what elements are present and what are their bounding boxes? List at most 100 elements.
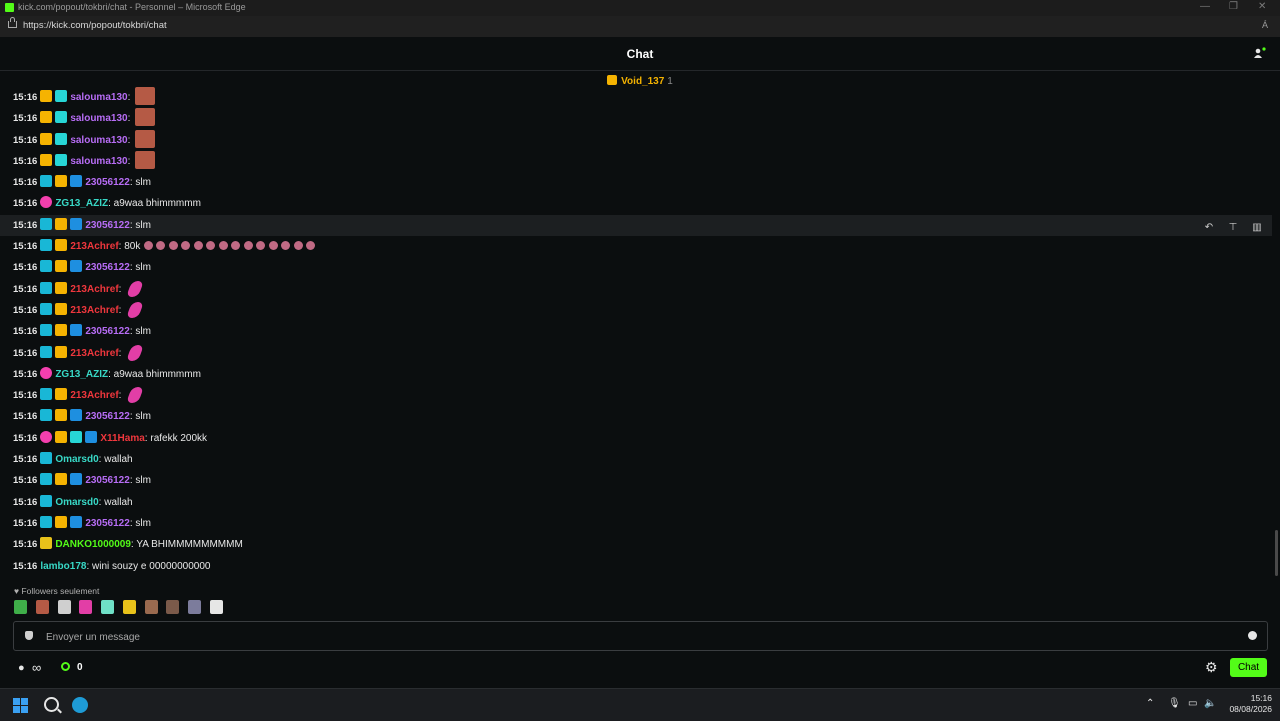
- small-emote-icon[interactable]: [218, 241, 228, 251]
- message-username[interactable]: 213Achref: [70, 305, 118, 316]
- gold-badge-icon[interactable]: [40, 537, 53, 550]
- chat-message[interactable]: 15:16 ZG13_AZIZ: a9waa bhimmmmm: [0, 193, 1272, 214]
- small-emote-icon[interactable]: [231, 241, 241, 251]
- message-username[interactable]: Omarsd0: [55, 454, 98, 465]
- small-emote-icon[interactable]: [143, 241, 153, 251]
- windows-start-icon[interactable]: [13, 698, 29, 714]
- chat-message-list[interactable]: 15:16 salouma130: 15:16 salouma130: 15:16 s…: [0, 87, 1272, 577]
- emote-monkey-icon[interactable]: [144, 600, 158, 614]
- crown-badge-icon[interactable]: [55, 175, 68, 188]
- message-username[interactable]: DANKO1000009: [55, 539, 131, 550]
- read-aloud-icon[interactable]: Á: [1262, 20, 1268, 30]
- chat-settings-gear-icon[interactable]: ⚙: [1205, 659, 1218, 676]
- display-icon[interactable]: ▭: [1188, 698, 1197, 709]
- chat-message[interactable]: 15:16 23056122: slm: [0, 470, 1272, 491]
- small-emote-icon[interactable]: [193, 241, 203, 251]
- subscriber-badge-icon[interactable]: [40, 494, 53, 507]
- face-emote-icon[interactable]: [135, 150, 156, 169]
- message-username[interactable]: lambo178: [40, 561, 86, 572]
- subscriber-badge-icon[interactable]: [40, 302, 53, 315]
- chat-scrollbar[interactable]: [1275, 530, 1278, 576]
- message-username[interactable]: 213Achref: [70, 284, 118, 295]
- emote-ghost-icon[interactable]: [101, 600, 115, 614]
- og-badge-icon[interactable]: [70, 515, 83, 528]
- message-username[interactable]: Omarsd0: [55, 497, 98, 508]
- crown-badge-icon[interactable]: [55, 281, 68, 294]
- small-emote-icon[interactable]: [306, 241, 316, 251]
- tray-chevron-icon[interactable]: ⌃: [1146, 698, 1154, 709]
- gifter-name[interactable]: Void_137: [621, 76, 664, 87]
- send-chat-button[interactable]: Chat: [1230, 658, 1267, 677]
- chat-message[interactable]: 15:16 23056122: slm: [0, 172, 1272, 193]
- message-username[interactable]: 23056122: [85, 262, 130, 273]
- chat-message[interactable]: 15:16 23056122: slm: [0, 406, 1272, 427]
- users-settings-icon[interactable]: [1254, 47, 1266, 59]
- subscriber-badge-icon[interactable]: [40, 281, 53, 294]
- emote-letter-icon[interactable]: [57, 600, 71, 614]
- vip-badge-icon[interactable]: [55, 132, 68, 145]
- emote-banana-icon[interactable]: [122, 600, 136, 614]
- chat-message[interactable]: 15:16 213Achref:: [0, 279, 1272, 300]
- pink-emote-icon[interactable]: [126, 301, 145, 318]
- crown-badge-icon[interactable]: [55, 409, 68, 422]
- subscriber-badge-icon[interactable]: [40, 473, 53, 486]
- crown-badge-icon[interactable]: [55, 324, 68, 337]
- face-emote-icon[interactable]: [135, 129, 156, 148]
- crown-badge-icon[interactable]: [55, 217, 68, 230]
- pink-emote-icon[interactable]: [126, 280, 145, 297]
- microphone-icon[interactable]: 🎙: [1168, 698, 1181, 709]
- crown-badge-icon[interactable]: [55, 515, 68, 528]
- emote-pink-icon[interactable]: [79, 600, 93, 614]
- chat-message[interactable]: 15:16 23056122: slm: [0, 513, 1272, 534]
- crown-badge-icon[interactable]: [55, 473, 68, 486]
- restore-button[interactable]: ❐: [1229, 1, 1238, 12]
- chat-message[interactable]: 15:16 DANKO1000009: YA BHIMMMMMMMMM: [0, 534, 1272, 555]
- activity-icon[interactable]: ●: [18, 662, 25, 674]
- message-username[interactable]: 23056122: [85, 475, 130, 486]
- chat-message[interactable]: 15:16 salouma130:: [0, 150, 1272, 172]
- address-bar[interactable]: https://kick.com/popout/tokbri/chat Á: [0, 16, 1280, 38]
- og-badge-icon[interactable]: [70, 409, 83, 422]
- chat-message[interactable]: 15:16 Omarsd0: wallah: [0, 492, 1272, 513]
- chat-message[interactable]: 15:16 lambo178: wini souzy e 00000000000: [0, 556, 1272, 577]
- taskbar-clock[interactable]: 15:16 08/08/2026: [1216, 693, 1272, 715]
- message-username[interactable]: ZG13_AZIZ: [55, 198, 108, 209]
- og-badge-icon[interactable]: [70, 324, 83, 337]
- face-emote-icon[interactable]: [135, 108, 156, 127]
- message-username[interactable]: 23056122: [85, 177, 130, 188]
- edge-browser-icon[interactable]: [72, 697, 88, 713]
- message-username[interactable]: 213Achref: [70, 390, 118, 401]
- chat-message[interactable]: 15:16 salouma130:: [0, 87, 1272, 108]
- vip-badge-icon[interactable]: [70, 430, 83, 443]
- message-username[interactable]: ZG13_AZIZ: [55, 369, 108, 380]
- emote-face-icon[interactable]: [35, 600, 49, 614]
- subscriber-badge-icon[interactable]: [40, 217, 53, 230]
- emoji-picker-icon[interactable]: [1248, 631, 1257, 640]
- subscriber-badge-icon[interactable]: [40, 409, 53, 422]
- chat-message[interactable]: 15:16 213Achref:: [0, 385, 1272, 406]
- crown-badge-icon[interactable]: [55, 260, 68, 273]
- subscriber-badge-icon[interactable]: [40, 239, 53, 252]
- vip-badge-icon[interactable]: [55, 153, 68, 166]
- crown-badge-icon[interactable]: [40, 90, 53, 102]
- small-emote-icon[interactable]: [293, 241, 303, 251]
- url-text[interactable]: https://kick.com/popout/tokbri/chat: [23, 20, 167, 31]
- og-badge-icon[interactable]: [70, 175, 83, 188]
- small-emote-icon[interactable]: [168, 241, 178, 251]
- crown-badge-icon[interactable]: [55, 388, 68, 401]
- emote-hands-icon[interactable]: [166, 600, 180, 614]
- crown-badge-icon[interactable]: [55, 302, 68, 315]
- crown-badge-icon[interactable]: [40, 132, 53, 145]
- chat-message[interactable]: 15:16 23056122: slm ↶ ⊤ ▥: [0, 214, 1272, 237]
- og-badge-icon[interactable]: [70, 217, 83, 230]
- small-emote-icon[interactable]: [268, 241, 278, 251]
- chat-message[interactable]: 15:16 salouma130:: [0, 129, 1272, 151]
- message-username[interactable]: 23056122: [85, 411, 130, 422]
- emote-mute-icon[interactable]: [210, 600, 224, 614]
- chat-message[interactable]: 15:16 23056122: slm: [0, 257, 1272, 278]
- close-window-button[interactable]: ✕: [1258, 1, 1266, 12]
- pin-icon[interactable]: ⊤: [1224, 220, 1242, 236]
- vip-badge-icon[interactable]: [55, 111, 68, 124]
- chat-message[interactable]: 15:16 213Achref:: [0, 343, 1272, 364]
- message-username[interactable]: 213Achref: [70, 241, 118, 252]
